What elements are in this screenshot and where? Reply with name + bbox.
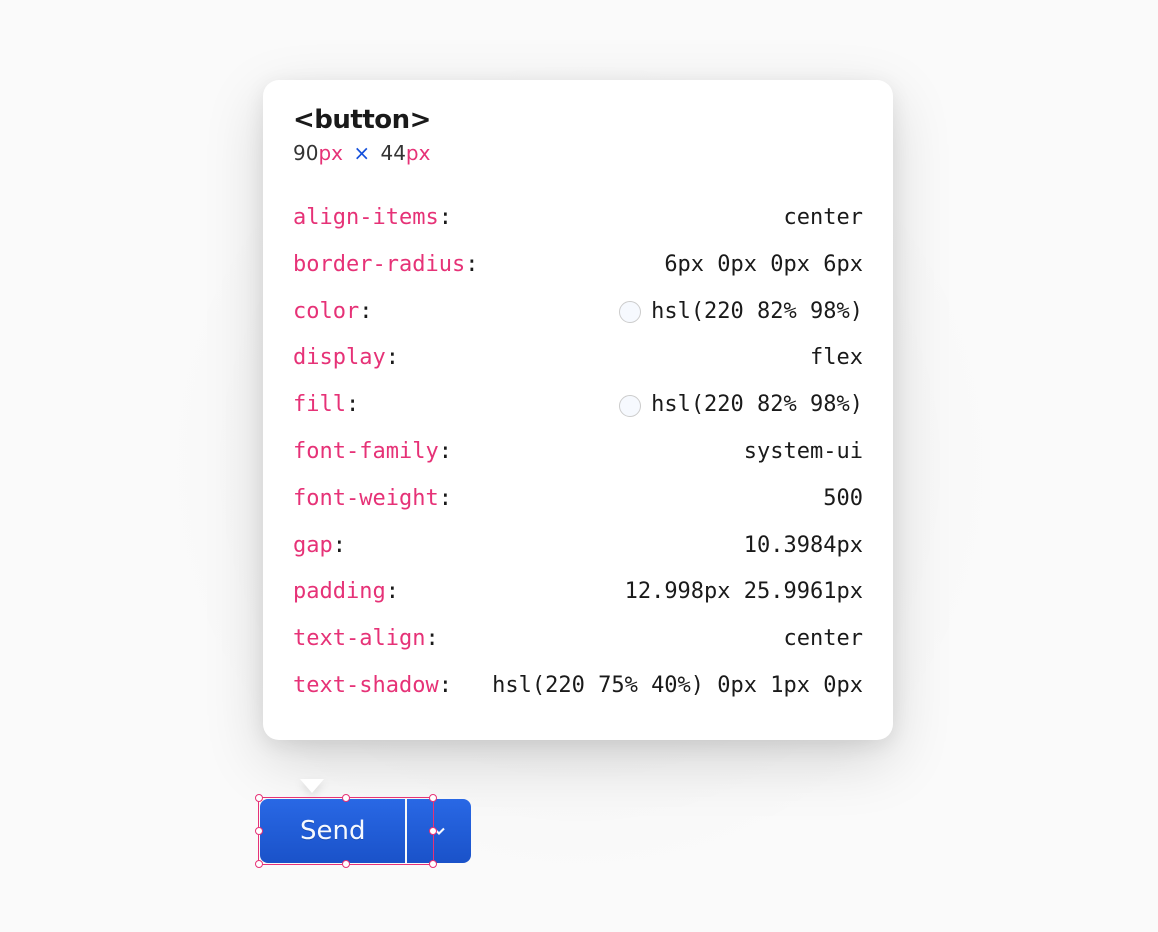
css-property-row: padding: 12.998px 25.9961px: [293, 569, 863, 616]
css-properties-list: align-items: center border-radius: 6px 0px …: [293, 195, 863, 710]
send-button[interactable]: Send: [260, 799, 405, 863]
css-property-name: text-shadow:: [293, 671, 452, 702]
css-property-value: hsl(220 82% 98%): [379, 390, 863, 421]
tooltip-pointer: [300, 779, 324, 793]
dimensions-separator: ×: [353, 141, 370, 165]
element-tag-label: <button>: [293, 105, 863, 135]
css-property-row: font-weight: 500: [293, 476, 863, 523]
css-property-name: text-align:: [293, 624, 439, 655]
css-property-value: 6px 0px 0px 6px: [498, 250, 863, 281]
css-property-value: system-ui: [472, 437, 863, 468]
css-property-value: 500: [472, 484, 863, 515]
color-swatch-icon: [619, 395, 641, 417]
css-property-value: flex: [419, 343, 863, 374]
css-property-row: align-items: center: [293, 195, 863, 242]
css-property-value: 10.3984px: [366, 531, 863, 562]
width-unit: px: [318, 141, 343, 165]
css-property-name: color:: [293, 297, 372, 328]
css-property-name: font-weight:: [293, 484, 452, 515]
css-property-value: 12.998px 25.9961px: [419, 577, 863, 608]
css-property-row: font-family: system-ui: [293, 429, 863, 476]
css-property-row: text-align: center: [293, 616, 863, 663]
css-property-name: padding:: [293, 577, 399, 608]
css-property-row: gap: 10.3984px: [293, 523, 863, 570]
css-property-name: gap:: [293, 531, 346, 562]
height-unit: px: [406, 141, 431, 165]
css-property-name: fill:: [293, 390, 359, 421]
css-property-row: text-shadow: hsl(220 75% 40%) 0px 1px 0px: [293, 663, 863, 710]
send-options-dropdown-button[interactable]: [407, 799, 471, 863]
css-property-value: center: [459, 624, 863, 655]
css-property-name: font-family:: [293, 437, 452, 468]
css-property-value: hsl(220 82% 98%): [392, 297, 863, 328]
css-property-row: fill: hsl(220 82% 98%): [293, 382, 863, 429]
width-value: 90: [293, 141, 318, 165]
css-property-row: display: flex: [293, 335, 863, 382]
css-property-name: display:: [293, 343, 399, 374]
css-property-row: border-radius: 6px 0px 0px 6px: [293, 242, 863, 289]
css-property-value: center: [472, 203, 863, 234]
inspector-tooltip: <button> 90px × 44px align-items:centerb…: [263, 80, 893, 740]
css-property-row: color: hsl(220 82% 98%): [293, 289, 863, 336]
height-value: 44: [380, 141, 405, 165]
css-property-name: border-radius:: [293, 250, 478, 281]
color-swatch-icon: [619, 301, 641, 323]
chevron-down-icon: [429, 821, 449, 841]
element-dimensions: 90px × 44px: [293, 141, 863, 165]
send-button-group: Send: [260, 799, 471, 863]
css-property-name: align-items:: [293, 203, 452, 234]
css-property-value: hsl(220 75% 40%) 0px 1px 0px: [472, 671, 863, 702]
